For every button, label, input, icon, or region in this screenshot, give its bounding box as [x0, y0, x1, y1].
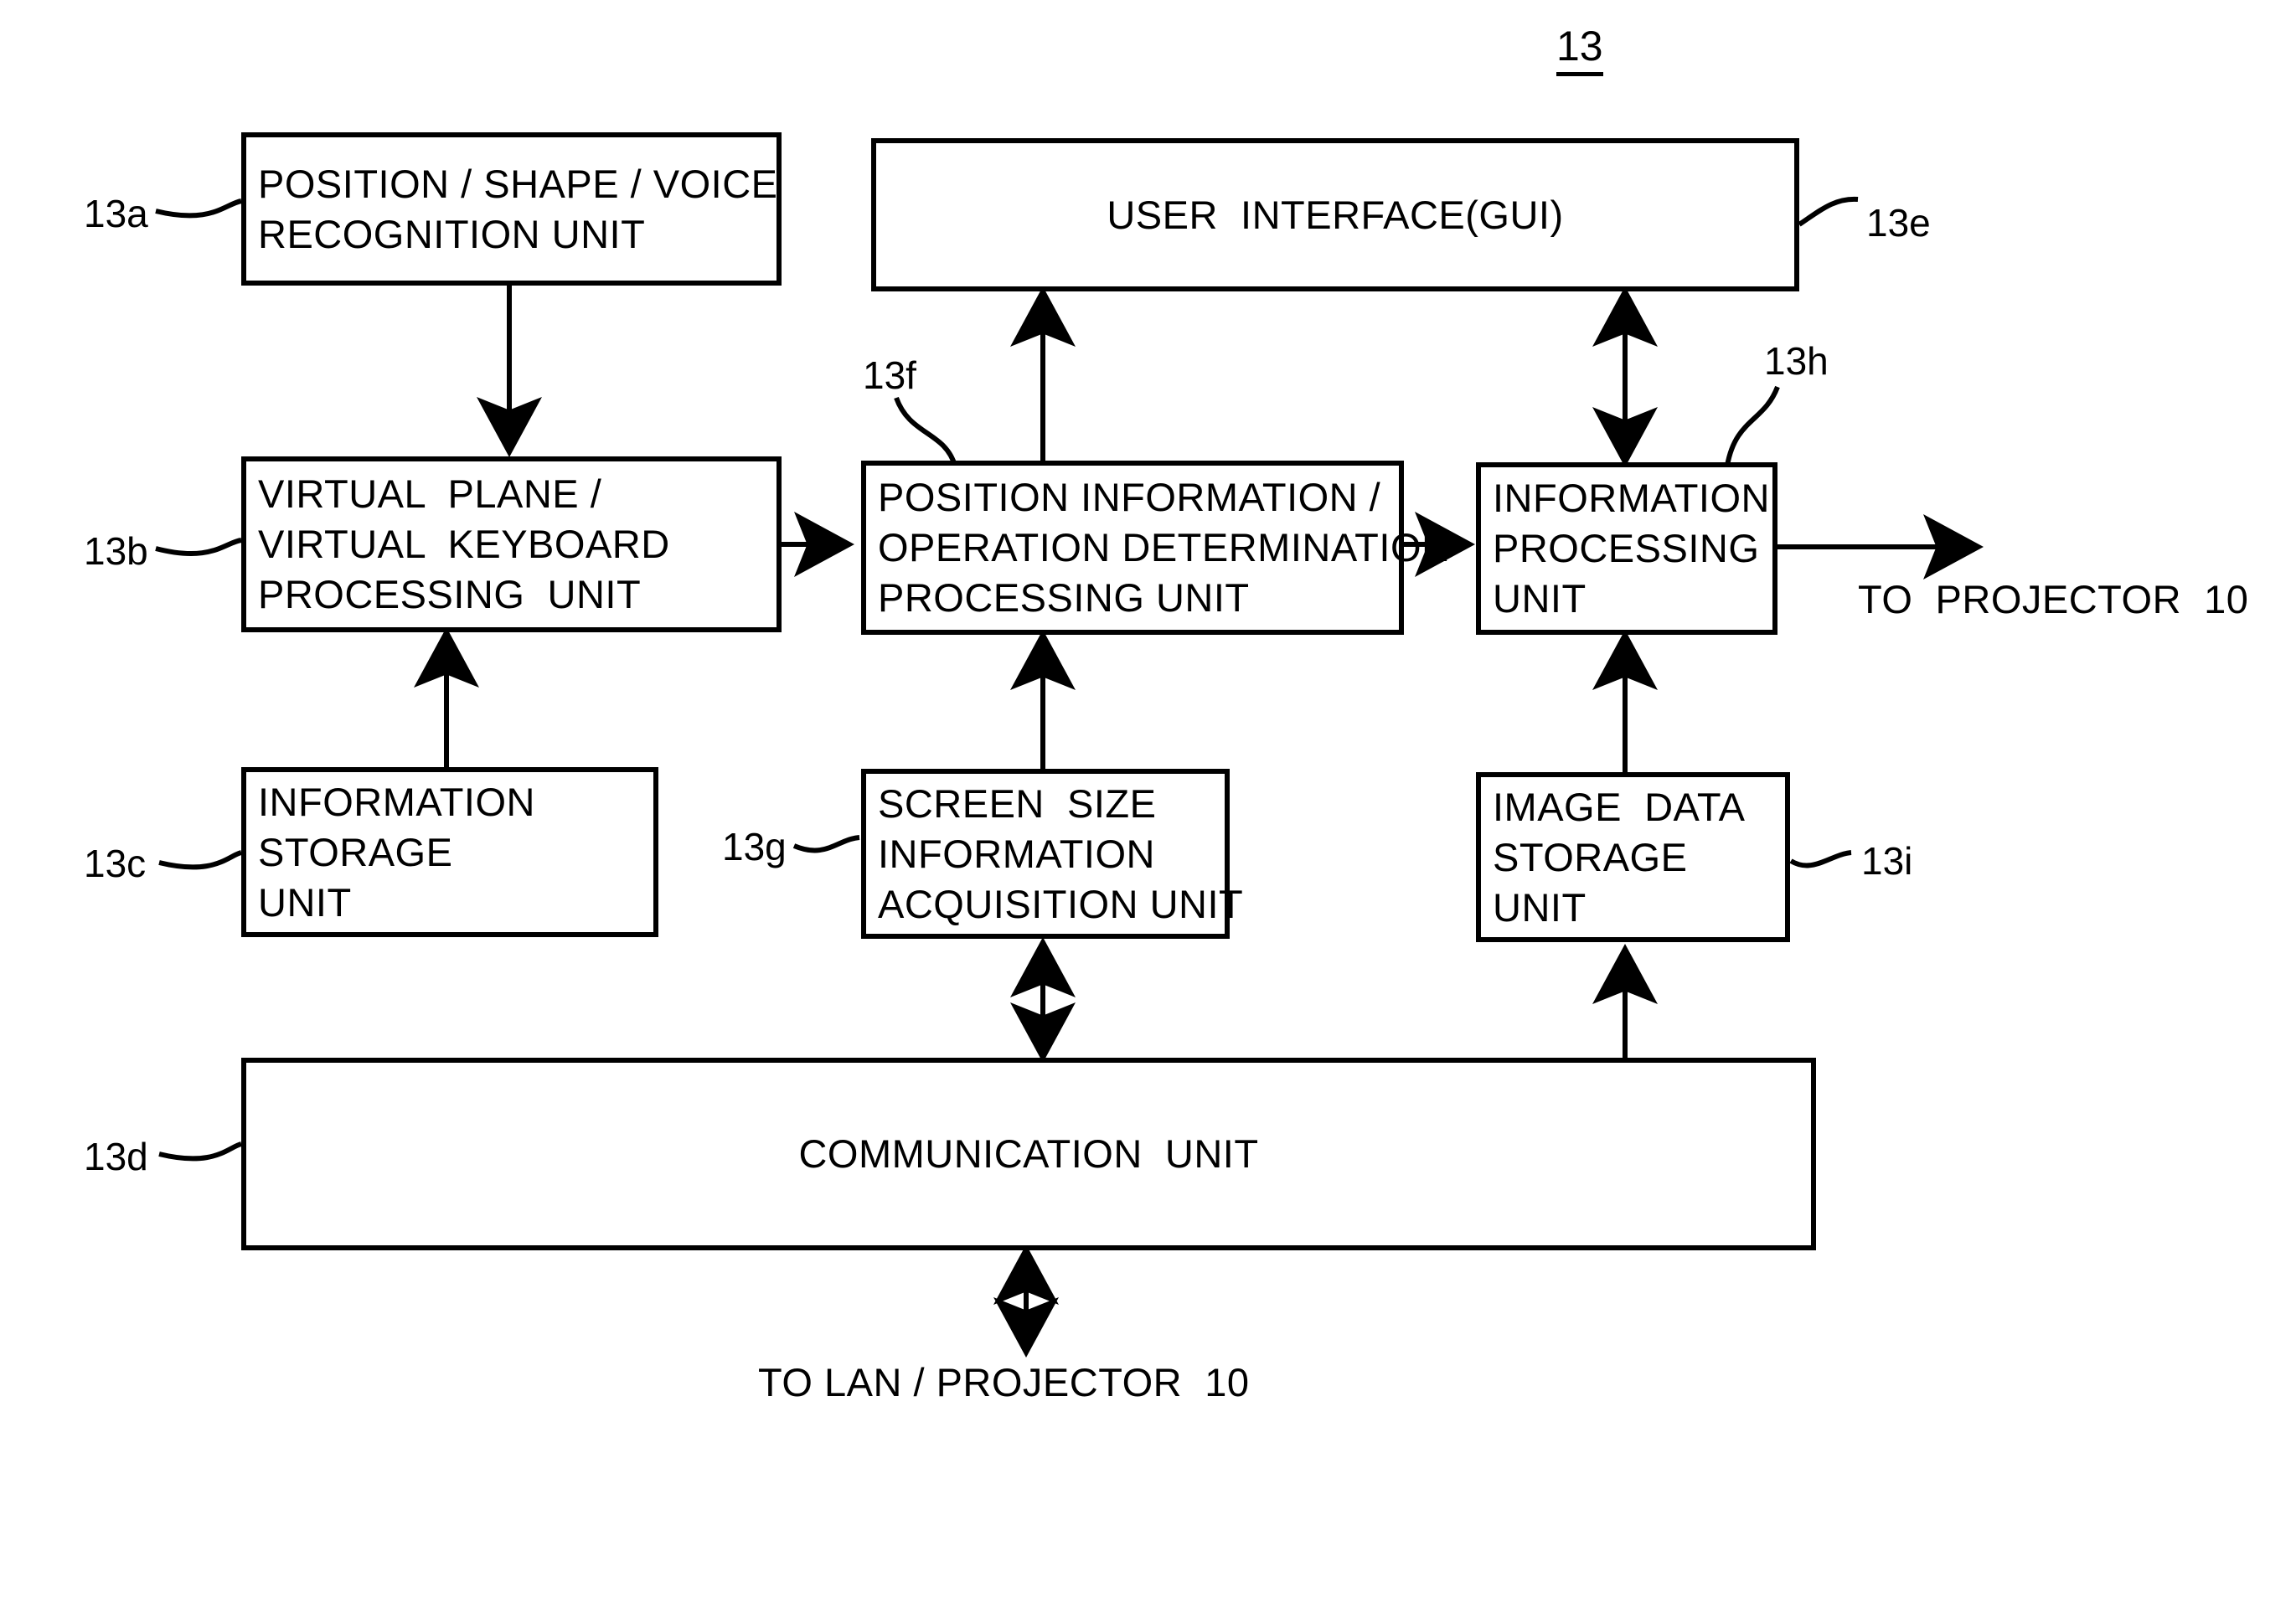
ref-label-13a: 13a	[84, 192, 148, 235]
block-line: OPERATION DETERMINATION	[878, 525, 1451, 569]
block-line: USER INTERFACE(GUI)	[1107, 192, 1564, 237]
block-line: UNIT	[258, 879, 352, 925]
ref-label-13h: 13h	[1764, 339, 1829, 383]
block-line: PROCESSING UNIT	[258, 572, 642, 616]
block-line: INFORMATION	[258, 779, 535, 824]
ref-label-13d: 13d	[84, 1135, 148, 1178]
block-line: STORAGE	[1493, 834, 1688, 879]
ref-label-13g: 13g	[722, 825, 787, 868]
block-line: SCREEN SIZE	[878, 781, 1157, 826]
ref-label-13c: 13c	[84, 842, 147, 885]
leader-13d	[158, 1141, 242, 1162]
block-communication-unit[interactable]: COMMUNICATION UNIT	[241, 1058, 1816, 1250]
block-line: UNIT	[1493, 576, 1587, 621]
block-line: STORAGE	[258, 829, 453, 874]
edge-label-to-lan-projector: TO LAN / PROJECTOR 10	[758, 1360, 1250, 1404]
block-line: INFORMATION	[1493, 476, 1770, 520]
ref-label-13e: 13e	[1866, 201, 1931, 245]
ref-label-13f: 13f	[863, 353, 916, 397]
block-line: UNIT	[1493, 884, 1587, 930]
block-screen-size-information-acquisition-unit[interactable]: SCREEN SIZE INFORMATION ACQUISITION UNIT	[861, 769, 1243, 939]
block-line: PROCESSING	[1493, 526, 1760, 570]
block-line: POSITION / SHAPE / VOICE	[258, 161, 778, 206]
block-line: VIRTUAL PLANE /	[258, 471, 602, 516]
ref-label-13b: 13b	[84, 529, 148, 573]
edge-label-to-projector: TO PROJECTOR 10	[1858, 577, 2249, 621]
block-user-interface-gui[interactable]: USER INTERFACE(GUI)	[871, 138, 1799, 291]
block-line: VIRTUAL KEYBOARD	[258, 522, 670, 566]
block-line: ACQUISITION UNIT	[878, 881, 1244, 926]
leader-13a	[155, 198, 242, 219]
leader-13i	[1789, 850, 1852, 868]
leader-13e	[1798, 196, 1859, 227]
leader-13b	[155, 538, 242, 557]
leader-13c	[158, 850, 242, 870]
block-position-information-operation-determination-processing-unit[interactable]: POSITION INFORMATION / OPERATION DETERMI…	[861, 461, 1450, 635]
block-line: PROCESSING UNIT	[878, 575, 1250, 620]
block-line: INFORMATION	[878, 831, 1155, 876]
leader-13h	[1725, 385, 1780, 466]
block-line: IMAGE DATA	[1493, 784, 1746, 829]
block-information-storage-unit[interactable]: INFORMATION STORAGE UNIT	[241, 767, 658, 937]
block-information-processing-unit[interactable]: INFORMATION PROCESSING UNIT	[1476, 462, 1777, 635]
leader-13f	[894, 396, 957, 466]
figure-canvas: 13 POSITION / SHAPE / VOICE RECOGNITION …	[0, 0, 2296, 1623]
ref-label-13i: 13i	[1861, 839, 1913, 883]
block-line: RECOGNITION UNIT	[258, 211, 646, 256]
block-line: COMMUNICATION UNIT	[798, 1131, 1259, 1176]
block-virtual-plane-keyboard-processing-unit[interactable]: VIRTUAL PLANE / VIRTUAL KEYBOARD PROCESS…	[241, 456, 782, 632]
leader-13g	[792, 835, 860, 853]
block-position-shape-voice-recognition-unit[interactable]: POSITION / SHAPE / VOICE RECOGNITION UNI…	[241, 132, 782, 286]
block-image-data-storage-unit[interactable]: IMAGE DATA STORAGE UNIT	[1476, 772, 1790, 942]
block-line: POSITION INFORMATION /	[878, 475, 1381, 519]
